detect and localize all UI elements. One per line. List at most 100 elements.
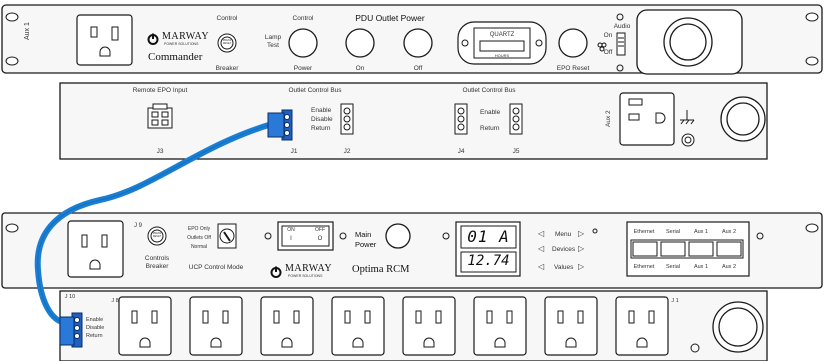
port-label-ethernet: Ethernet (633, 229, 655, 235)
pdu-outlet-power-title: PDU Outlet Power (355, 13, 425, 23)
j9-label: J 9 (133, 223, 142, 229)
port-label-aux1: Aux 1 (693, 229, 709, 235)
top-commander-unit: Aux 1 MARWAY POWER SOLUTIONS Commander C… (0, 0, 825, 80)
top-rear-unit: Remote EPO Input J3 Outlet Control Bus E… (0, 80, 825, 162)
display-top-readout: 01 A (467, 227, 510, 246)
j4-connector[interactable] (455, 104, 467, 134)
rcm-model-name: Optima RCM (352, 264, 410, 275)
remote-epo-label: Remote EPO Input (132, 87, 188, 94)
model-name: Commander (148, 51, 203, 63)
audio-label: Audio (613, 23, 631, 30)
hours-meter-brand: QUARTZ (489, 32, 515, 38)
return-label-strip: Return (86, 333, 103, 339)
j1-label: J1 (290, 148, 298, 155)
marway-logo-icon-rcm (270, 265, 282, 278)
devices-left-arrow-icon[interactable]: ◁ (538, 245, 544, 253)
aux1-port[interactable] (689, 242, 713, 256)
epo-reset-button[interactable] (559, 29, 587, 57)
outlets-off-label: Outlets Off (187, 235, 211, 241)
menu-left-arrow-icon[interactable]: ◁ (538, 230, 544, 238)
values-left-arrow-icon[interactable]: ◁ (538, 263, 544, 271)
port-label-ethernet-bottom: Ethernet (633, 264, 655, 270)
speaker-icon (597, 39, 607, 52)
j3-connector[interactable] (148, 104, 172, 128)
hours-label: HOURS (494, 53, 510, 58)
j2-connector[interactable] (341, 104, 353, 134)
j1-strip-label: J 1 (671, 298, 679, 304)
values-label: Values (554, 264, 574, 271)
breaker-button[interactable] (218, 34, 236, 52)
lamp-test-label: Lamp Test (264, 34, 282, 50)
outlet-receptacle[interactable] (473, 296, 527, 356)
outlet-on-button[interactable] (346, 29, 374, 57)
outlet-receptacle[interactable] (260, 296, 314, 356)
main-power-button[interactable] (386, 224, 410, 248)
optima-rcm-unit: J 9 PRESS RESET Controls Breaker EPO Onl… (0, 205, 825, 290)
control-power-label: Control (292, 15, 314, 22)
lamp-test-button[interactable] (289, 29, 317, 57)
j5-connector[interactable] (510, 104, 522, 134)
disable-label-strip: Disable (86, 325, 105, 331)
outlet-receptacle[interactable] (615, 296, 669, 356)
enable-label-left: Enable (311, 107, 332, 114)
j2-label: J2 (343, 148, 351, 155)
aux1-label: Aux 1 (24, 22, 31, 40)
ucp-mode-label: UCP Control Mode (188, 264, 244, 271)
j8-label: J 8 (111, 298, 119, 304)
power-label: Power (293, 65, 313, 72)
outlet-receptacle[interactable] (402, 296, 456, 356)
port-label-serial-bottom: Serial (665, 264, 681, 270)
outlet-strip-frame (59, 290, 768, 361)
outlet-receptacle[interactable] (544, 296, 598, 356)
rcm-brand-name: MARWAY (285, 263, 333, 274)
on-label: On (355, 65, 365, 72)
menu-label: Menu (555, 231, 572, 238)
main-power-rocker-switch[interactable] (278, 222, 333, 250)
j4-label: J4 (457, 148, 465, 155)
enable-label-right: Enable (480, 109, 501, 116)
j3-label: J3 (156, 148, 164, 155)
off-label: Off (413, 65, 423, 72)
display-bottom-readout: 12.74 (467, 253, 510, 269)
bus-right-label: Outlet Control Bus (462, 87, 516, 94)
ground-icon (679, 109, 695, 125)
j5-label: J5 (512, 148, 520, 155)
controls-breaker-label: Controls Breaker (144, 255, 170, 271)
menu-right-arrow-icon[interactable]: ▷ (578, 230, 584, 238)
ethernet-port[interactable] (633, 242, 657, 256)
values-right-arrow-icon[interactable]: ▷ (578, 263, 584, 271)
port-label-serial: Serial (665, 229, 681, 235)
epo-only-label: EPO Only (187, 226, 211, 232)
port-label-aux1-bottom: Aux 1 (693, 264, 709, 270)
brand-name: MARWAY (162, 31, 210, 42)
devices-label: Devices (552, 246, 576, 253)
control-label: Control (216, 15, 238, 22)
outlet-strip-unit: J 10 J 8 J 1 Enable Disable Return (0, 289, 825, 361)
port-label-aux2: Aux 2 (721, 229, 737, 235)
rcm-brand-sub: POWER SOLUTIONS (288, 274, 323, 278)
breaker-label: Breaker (215, 65, 239, 72)
serial-port[interactable] (661, 242, 685, 256)
port-label-aux2-bottom: Aux 2 (721, 264, 737, 270)
epo-reset-label: EPO Reset (556, 65, 590, 72)
aux2-label: Aux 2 (605, 110, 612, 127)
marway-logo-icon (147, 32, 159, 45)
audio-toggle-switch[interactable] (616, 32, 626, 56)
bus-left-label: Outlet Control Bus (288, 87, 342, 94)
aux2-port[interactable] (717, 242, 741, 256)
main-power-label: Main Power (355, 230, 377, 249)
normal-label: Normal (190, 244, 208, 250)
outlet-receptacle[interactable] (118, 296, 172, 356)
brand-sub: POWER SOLUTIONS (164, 42, 199, 46)
outlet-receptacle[interactable] (331, 296, 385, 356)
ucp-mode-selector[interactable] (218, 224, 236, 248)
outlet-off-button[interactable] (404, 29, 432, 57)
rcm-breaker-text: PRESS RESET (152, 232, 162, 238)
devices-right-arrow-icon[interactable]: ▷ (578, 245, 584, 253)
enable-label-strip: Enable (86, 317, 104, 323)
outlet-receptacle[interactable] (189, 296, 243, 356)
j10-label: J 10 (64, 294, 76, 300)
return-label-left: Return (311, 125, 331, 132)
return-label-right: Return (480, 125, 500, 132)
disable-label-left: Disable (311, 116, 333, 123)
